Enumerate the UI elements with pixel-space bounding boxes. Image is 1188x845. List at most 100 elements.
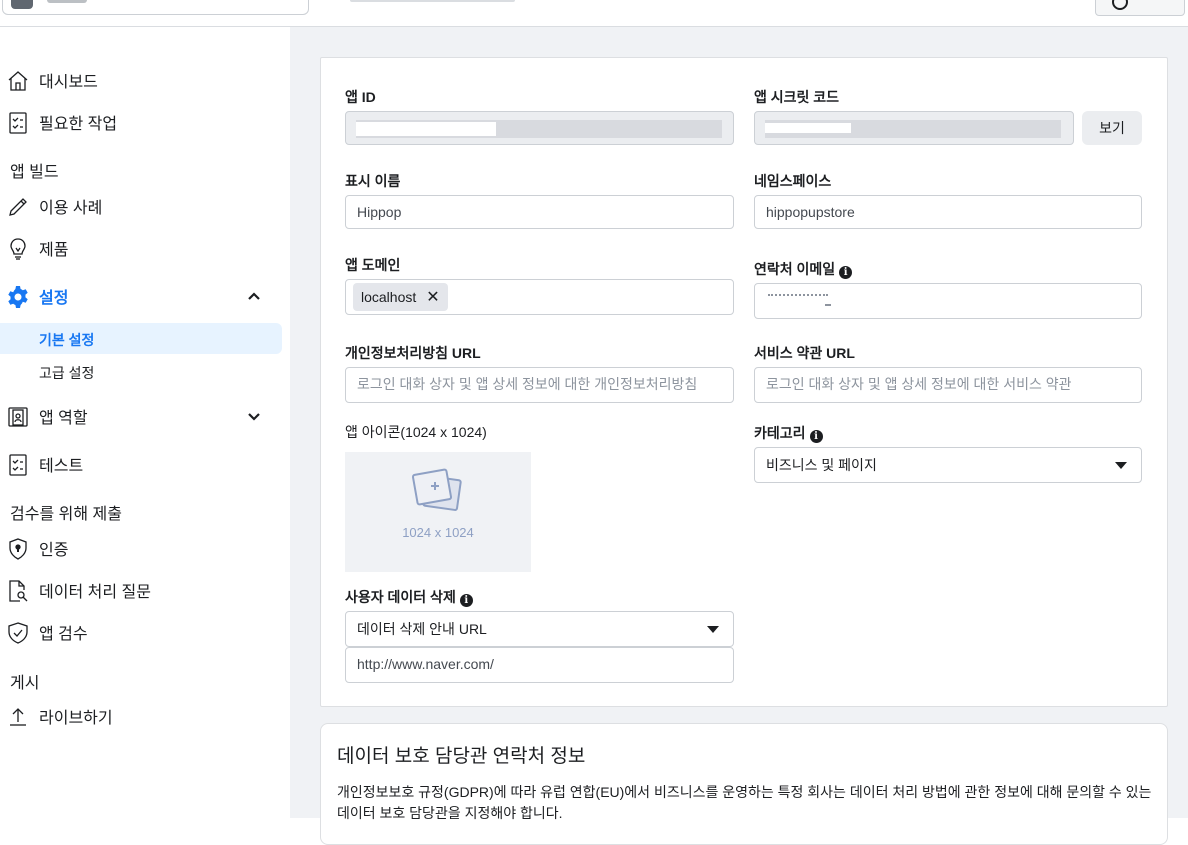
sidebar-item-settings[interactable]: 설정	[0, 279, 282, 313]
privacy-url-label: 개인정보처리방침 URL	[345, 345, 481, 361]
checklist-icon	[6, 453, 30, 477]
upload-icon	[6, 705, 30, 729]
contact-email-label-text: 연락처 이메일	[754, 261, 836, 277]
display-name-field[interactable]	[345, 195, 734, 229]
category-value: 비즈니스 및 페이지	[766, 457, 877, 473]
pencil-icon	[6, 195, 30, 219]
sidebar-item-label: 필요한 작업	[39, 116, 118, 133]
checklist-icon	[6, 111, 30, 135]
sidebar-item-label: 인증	[39, 542, 69, 559]
gear-icon	[6, 285, 30, 309]
app-id-redacted-mask	[356, 122, 496, 136]
sidebar-item-label: 제품	[39, 242, 69, 259]
sidebar-item-verification[interactable]: 인증	[0, 531, 282, 565]
user-data-deletion-label: 사용자 데이터 삭제 i	[345, 587, 473, 607]
dpo-card: 데이터 보호 담당관 연락처 정보 개인정보보호 규정(GDPR)에 따라 유럽…	[320, 723, 1168, 845]
namespace-field[interactable]	[754, 195, 1142, 229]
sidebar-item-app-roles[interactable]: 앱 역할	[0, 399, 282, 433]
app-icon-label: 앱 아이콘(1024 x 1024)	[345, 424, 487, 440]
show-secret-button[interactable]: 보기	[1082, 111, 1142, 145]
contact-email-redacted-mark	[825, 304, 831, 306]
user-data-deletion-label-text: 사용자 데이터 삭제	[345, 589, 456, 605]
sidebar: 대시보드 필요한 작업 앱 빌드 이용 사례 제품 설정 기본 설정 고급 설정	[0, 27, 290, 818]
user-data-deletion-select-value: 데이터 삭제 안내 URL	[357, 621, 487, 637]
section-heading-review: 검수를 위해 제출	[10, 506, 122, 523]
app-selector-redacted	[47, 0, 87, 3]
breadcrumb	[350, 0, 515, 2]
tos-url-label: 서비스 약관 URL	[754, 345, 855, 361]
sidebar-item-required-actions[interactable]: 필요한 작업	[0, 105, 282, 139]
namespace-input[interactable]	[766, 204, 1130, 220]
sidebar-subitem-basic-settings[interactable]: 기본 설정	[0, 323, 282, 354]
app-id-label: 앱 ID	[345, 89, 376, 105]
display-name-input[interactable]	[357, 204, 722, 220]
sidebar-item-use-cases[interactable]: 이용 사례	[0, 189, 282, 223]
sidebar-subitem-advanced-settings[interactable]: 고급 설정	[0, 356, 282, 387]
app-secret-field[interactable]	[754, 111, 1074, 145]
sidebar-item-app-review[interactable]: 앱 검수	[0, 615, 282, 649]
contact-email-label: 연락처 이메일 i	[754, 259, 853, 279]
sidebar-item-dashboard[interactable]: 대시보드	[0, 63, 282, 97]
app-avatar-icon	[11, 0, 33, 9]
top-bar	[0, 0, 1188, 27]
app-secret-label: 앱 시크릿 코드	[754, 89, 840, 105]
sidebar-subitem-label: 기본 설정	[39, 332, 95, 348]
section-heading-build: 앱 빌드	[10, 164, 59, 181]
basic-settings-card: 앱 ID 앱 시크릿 코드 보기 표시 이름 네임스페이스 앱 도메인 loca…	[320, 57, 1168, 707]
lightbulb-icon	[6, 237, 30, 261]
privacy-url-input[interactable]	[357, 376, 722, 392]
info-icon[interactable]: i	[839, 266, 853, 279]
app-icon-size-text: 1024 x 1024	[402, 525, 474, 540]
chevron-down-icon[interactable]	[246, 408, 262, 424]
category-label: 카테고리 i	[754, 423, 823, 443]
user-data-deletion-select[interactable]: 데이터 삭제 안내 URL	[345, 611, 734, 647]
category-select[interactable]: 비즈니스 및 페이지	[754, 447, 1142, 483]
badge-icon	[6, 405, 30, 429]
dpo-title: 데이터 보호 담당관 연락처 정보	[337, 746, 586, 767]
sidebar-item-label: 이용 사례	[39, 200, 103, 217]
sidebar-item-label: 테스트	[39, 458, 84, 475]
contact-email-redacted	[768, 294, 828, 299]
app-domain-field[interactable]: localhost ✕	[345, 279, 734, 315]
user-data-deletion-url-input[interactable]	[357, 656, 722, 672]
section-heading-publish: 게시	[10, 675, 40, 692]
tos-url-field[interactable]	[754, 367, 1142, 403]
remove-chip-icon[interactable]: ✕	[426, 289, 439, 306]
info-icon[interactable]: i	[809, 430, 823, 443]
sidebar-item-label: 데이터 처리 질문	[39, 584, 151, 601]
help-button[interactable]	[1095, 0, 1185, 16]
caret-down-icon	[707, 626, 719, 633]
namespace-label: 네임스페이스	[754, 173, 832, 189]
user-data-deletion-url-field[interactable]	[345, 647, 734, 683]
sidebar-item-test[interactable]: 테스트	[0, 447, 282, 481]
privacy-url-field[interactable]	[345, 367, 734, 403]
sidebar-item-data-handling[interactable]: 데이터 처리 질문	[0, 573, 282, 607]
main-content: 앱 ID 앱 시크릿 코드 보기 표시 이름 네임스페이스 앱 도메인 loca…	[290, 27, 1188, 845]
shield-lock-icon	[6, 537, 30, 561]
sidebar-item-label: 앱 검수	[39, 626, 88, 643]
sidebar-item-label: 라이브하기	[39, 710, 113, 727]
app-domain-label: 앱 도메인	[345, 257, 401, 273]
info-icon[interactable]: i	[459, 594, 473, 607]
category-label-text: 카테고리	[754, 425, 806, 441]
app-id-field[interactable]	[345, 111, 734, 145]
home-icon	[6, 69, 30, 93]
document-search-icon	[6, 579, 30, 603]
sidebar-item-products[interactable]: 제품	[0, 231, 282, 265]
caret-down-icon	[1115, 462, 1127, 469]
sidebar-subitem-label: 고급 설정	[39, 365, 95, 381]
sidebar-item-go-live[interactable]: 라이브하기	[0, 699, 282, 733]
display-name-label: 표시 이름	[345, 173, 401, 189]
sidebar-item-label: 앱 역할	[39, 410, 88, 427]
app-selector[interactable]	[2, 0, 309, 15]
shield-check-icon	[6, 621, 30, 645]
tos-url-input[interactable]	[766, 376, 1130, 392]
app-secret-redacted-mask	[765, 123, 851, 133]
chevron-up-icon[interactable]	[246, 288, 262, 304]
sidebar-item-label: 대시보드	[39, 74, 98, 91]
image-placeholder-icon	[411, 468, 462, 511]
app-icon-upload[interactable]: 1024 x 1024	[345, 452, 531, 572]
contact-email-field[interactable]	[754, 283, 1142, 319]
sidebar-item-label: 설정	[39, 290, 69, 307]
domain-chip-label: localhost	[361, 289, 417, 305]
